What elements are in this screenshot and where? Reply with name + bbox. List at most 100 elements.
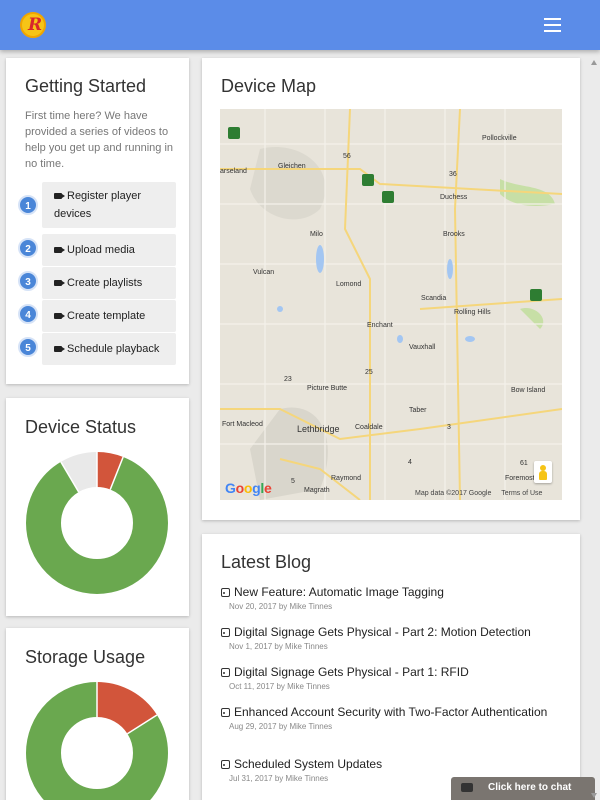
- map-road-number: 3: [447, 424, 451, 431]
- video-camera-icon: [54, 193, 62, 199]
- device-map-title: Device Map: [221, 76, 317, 96]
- blog-post-meta: Nov 20, 2017 by Mike Tinnes: [229, 602, 333, 611]
- blog-post-title-link[interactable]: Digital Signage Gets Physical - Part 2: …: [221, 626, 561, 638]
- map-road-number: 36: [449, 171, 457, 178]
- terms-of-use-link[interactable]: Terms of Use: [501, 490, 542, 497]
- map-place-label: Fort Macleod: [222, 421, 263, 428]
- map-place-label: Enchant: [367, 322, 393, 329]
- blog-post: Enhanced Account Security with Two-Facto…: [221, 706, 561, 731]
- latest-blog-title: Latest Blog: [221, 552, 312, 572]
- device-map[interactable]: Pollockville Gleichen Duchess Brooks Mil…: [220, 109, 562, 500]
- step-label: Upload media: [67, 244, 135, 256]
- step-label: Register player devices: [54, 190, 141, 220]
- rss-icon: [221, 588, 230, 597]
- device-map-card: Device Map Pollockville Gleichen Duchess…: [202, 58, 580, 520]
- latest-blog-card: Latest Blog New Feature: Automatic Image…: [202, 534, 580, 800]
- chat-label: Click here to chat: [488, 782, 572, 793]
- blog-post-title: Digital Signage Gets Physical - Part 1: …: [234, 665, 469, 679]
- step-label: Create template: [67, 310, 146, 322]
- map-place-label: arseland: [220, 168, 247, 175]
- google-logo: Google: [225, 480, 272, 496]
- blog-post-title: New Feature: Automatic Image Tagging: [234, 585, 444, 599]
- rss-icon: [221, 668, 230, 677]
- map-road-number: 25: [365, 369, 373, 376]
- map-place-label: Raymond: [331, 475, 361, 482]
- getting-started-intro: First time here? We have provided a seri…: [25, 110, 174, 170]
- map-place-label: Gleichen: [278, 163, 306, 170]
- blog-post: New Feature: Automatic Image Tagging Nov…: [221, 586, 561, 611]
- blog-post-meta: Nov 1, 2017 by Mike Tinnes: [229, 642, 328, 651]
- chat-button[interactable]: Click here to chat: [451, 777, 595, 800]
- logo-letter: R: [28, 15, 43, 35]
- map-data-credit: Map data ©2017 Google: [415, 490, 492, 497]
- map-attribution: Map data ©2017 Google Terms of Use: [415, 490, 550, 497]
- video-camera-icon: [54, 313, 62, 319]
- menu-icon[interactable]: [544, 18, 561, 32]
- step-number: 4: [18, 304, 38, 324]
- page-scrollbar[interactable]: [589, 58, 599, 800]
- map-place-label: Lethbridge: [297, 424, 340, 434]
- step-number: 3: [18, 271, 38, 291]
- register-player-devices-button[interactable]: Register player devices: [42, 182, 176, 228]
- map-place-label: Vulcan: [253, 269, 275, 276]
- blog-post-title: Digital Signage Gets Physical - Part 2: …: [234, 625, 531, 639]
- map-place-label: Rolling Hills: [454, 309, 491, 316]
- top-navbar: R: [0, 0, 600, 50]
- map-place-label: Bow Island: [511, 387, 546, 394]
- getting-started-title: Getting Started: [25, 76, 147, 96]
- rss-icon: [221, 760, 230, 769]
- rss-icon: [221, 708, 230, 717]
- scrollbar-track: [591, 60, 597, 798]
- schedule-playback-button[interactable]: Schedule playback: [42, 333, 176, 365]
- step-number: 5: [18, 337, 38, 357]
- step-number: 1: [18, 195, 38, 215]
- blog-post-title-link[interactable]: New Feature: Automatic Image Tagging: [221, 586, 561, 598]
- map-place-label: Magrath: [304, 487, 330, 494]
- device-status-title: Device Status: [25, 417, 137, 437]
- video-camera-icon: [54, 346, 62, 352]
- blog-post: Digital Signage Gets Physical - Part 1: …: [221, 666, 561, 691]
- storage-usage-donut-chart: [26, 682, 168, 800]
- map-place-label: Foremost: [505, 475, 535, 482]
- blog-post-title-link[interactable]: Digital Signage Gets Physical - Part 1: …: [221, 666, 561, 678]
- map-place-label: Coaldale: [355, 424, 383, 431]
- storage-usage-card: Storage Usage: [6, 628, 189, 800]
- map-place-label: Pollockville: [482, 135, 517, 142]
- create-playlists-button[interactable]: Create playlists: [42, 267, 176, 299]
- map-terrain: [220, 109, 562, 500]
- map-place-label: Brooks: [443, 231, 465, 238]
- blog-post-meta: Oct 11, 2017 by Mike Tinnes: [229, 682, 330, 691]
- map-road-number: 23: [284, 376, 292, 383]
- rss-icon: [221, 628, 230, 637]
- blog-post-title-link[interactable]: Scheduled System Updates: [221, 758, 561, 770]
- map-place-label: Duchess: [440, 194, 468, 201]
- map-place-label: Vauxhall: [409, 344, 436, 351]
- street-view-pegman-icon[interactable]: [534, 461, 552, 483]
- map-place-label: Picture Butte: [307, 385, 348, 392]
- create-template-button[interactable]: Create template: [42, 300, 176, 332]
- chat-bubble-icon: [461, 783, 473, 792]
- app-logo[interactable]: R: [20, 12, 46, 38]
- video-camera-icon: [54, 280, 62, 286]
- step-label: Schedule playback: [67, 343, 160, 355]
- map-place-label: Taber: [409, 407, 427, 414]
- device-status-card: Device Status: [6, 398, 189, 616]
- video-camera-icon: [54, 247, 62, 253]
- storage-usage-title: Storage Usage: [25, 647, 146, 667]
- getting-started-card: Getting Started First time here? We have…: [6, 58, 189, 384]
- blog-post-title: Enhanced Account Security with Two-Facto…: [234, 705, 548, 719]
- device-status-donut-chart: [26, 452, 168, 594]
- step-label: Create playlists: [67, 277, 143, 289]
- map-road-number: 5: [291, 478, 295, 485]
- map-road-number: 4: [408, 459, 412, 466]
- map-road-number: 61: [520, 460, 528, 467]
- map-place-label: Lomond: [336, 281, 362, 288]
- map-road-number: 56: [343, 153, 351, 160]
- blog-post-title-link[interactable]: Enhanced Account Security with Two-Facto…: [221, 706, 561, 718]
- upload-media-button[interactable]: Upload media: [42, 234, 176, 266]
- blog-post-title: Scheduled System Updates: [234, 757, 383, 771]
- map-place-label: Milo: [310, 231, 323, 238]
- step-number: 2: [18, 238, 38, 258]
- blog-post: Digital Signage Gets Physical - Part 2: …: [221, 626, 561, 651]
- map-place-label: Scandia: [421, 295, 447, 302]
